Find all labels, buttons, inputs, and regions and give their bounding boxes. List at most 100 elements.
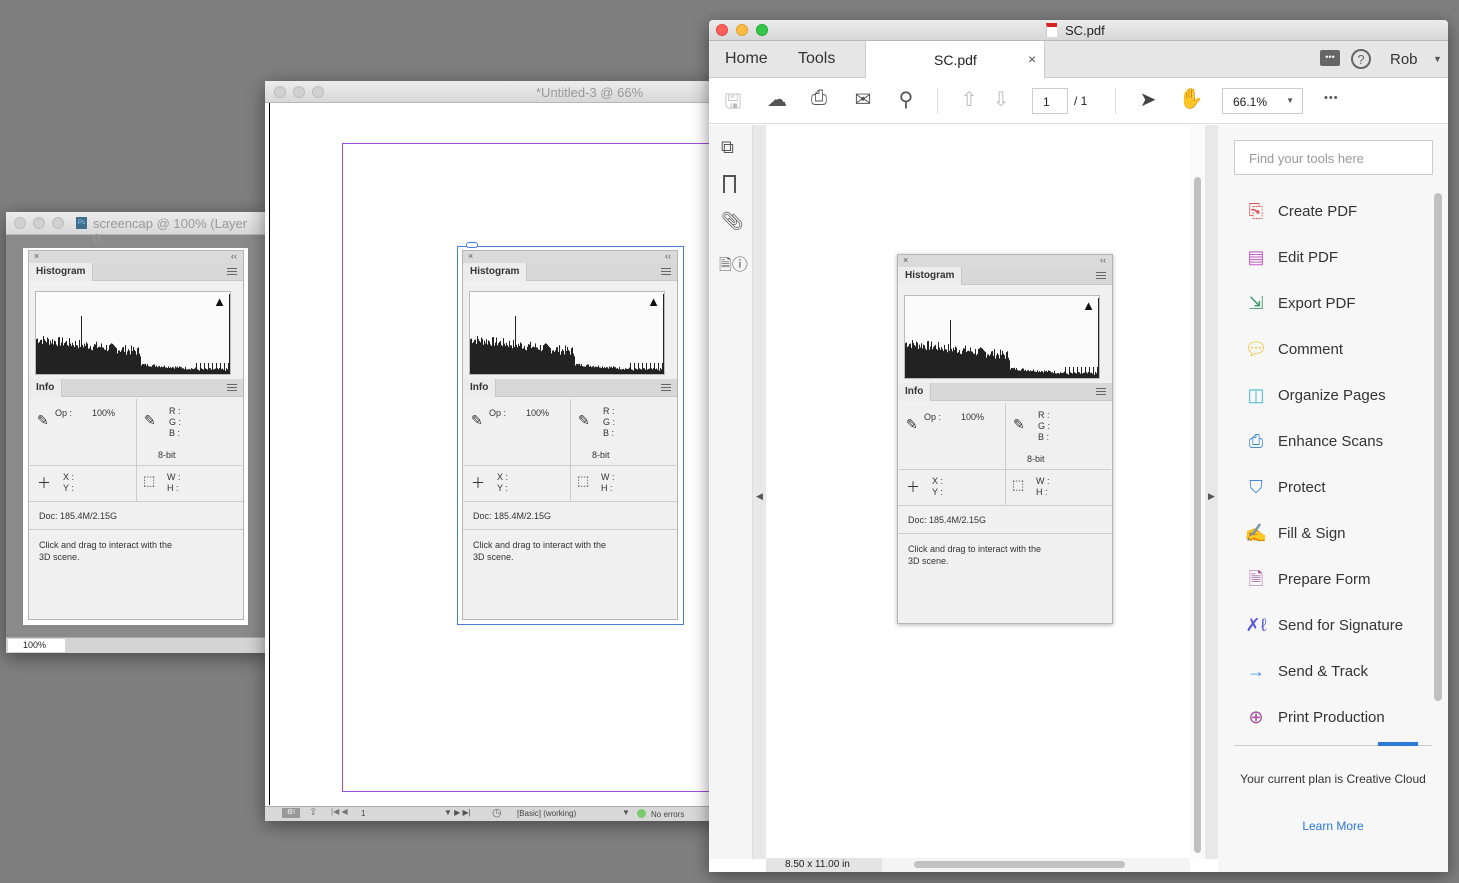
close-button[interactable] — [274, 86, 286, 98]
minimize-button[interactable] — [293, 86, 305, 98]
warning-icon[interactable]: ▲ — [213, 294, 226, 309]
workspace-label[interactable]: [Basic] (working) — [517, 809, 576, 818]
dropdown-icon[interactable]: ▼ ▶ ▶| — [444, 808, 471, 817]
tab-histogram[interactable]: Histogram — [29, 263, 94, 281]
panel-menu-icon[interactable] — [227, 268, 237, 275]
more-options-button[interactable]: ••• — [1324, 92, 1339, 104]
search-icon[interactable]: ⚲ — [893, 87, 919, 112]
tool-enhance-scans[interactable]: ⎙ Enhance Scans — [1244, 429, 1383, 453]
eyedropper-icon[interactable]: ✎ — [578, 412, 590, 429]
learn-more-link[interactable]: Learn More — [1218, 819, 1448, 833]
tool-organize-pages[interactable]: ◫ Organize Pages — [1244, 383, 1385, 407]
right-pane-gutter[interactable]: ▶ — [1205, 125, 1218, 859]
eyedropper-icon[interactable]: ✎ — [144, 412, 156, 429]
close-panel-icon[interactable]: × — [903, 255, 908, 265]
close-button[interactable] — [716, 24, 728, 36]
next-page-icon[interactable]: ⇩ — [988, 87, 1014, 112]
selection-handle[interactable] — [466, 242, 478, 248]
tab-info[interactable]: Info — [898, 383, 932, 401]
histogram-bar — [497, 345, 498, 374]
scrollbar-thumb[interactable] — [1194, 177, 1201, 853]
tab-tools[interactable]: Tools — [798, 50, 835, 68]
title-bar[interactable]: *Untitled-3 @ 66% — [265, 81, 715, 103]
frame-number[interactable]: 1 — [361, 809, 365, 818]
panel-menu-icon[interactable] — [661, 268, 671, 275]
eyedropper-icon[interactable]: ✎ — [471, 412, 483, 429]
bookmark-icon[interactable] — [723, 175, 736, 193]
close-tab-button[interactable]: × — [1028, 51, 1036, 67]
minimize-button[interactable] — [736, 24, 748, 36]
hand-tool-icon[interactable]: ✋ — [1178, 86, 1204, 111]
tool-comment[interactable]: 💬︎ Comment — [1244, 337, 1343, 361]
clock-icon[interactable]: ◷ — [492, 806, 502, 819]
tool-send-track[interactable]: → Send & Track — [1244, 659, 1368, 683]
zoom-button[interactable] — [312, 86, 324, 98]
horizontal-scrollbar-thumb[interactable] — [914, 861, 1125, 868]
tab-info[interactable]: Info — [463, 379, 497, 397]
left-pane-gutter[interactable]: ◀ — [753, 125, 766, 859]
panel-menu-icon[interactable] — [227, 384, 237, 391]
close-button[interactable] — [14, 217, 26, 229]
save-icon[interactable]: 🖫 — [720, 87, 746, 121]
tool-send-signature[interactable]: ✗ℓ Send for Signature — [1244, 613, 1404, 637]
collapse-panel-icon[interactable]: ‹‹ — [1100, 255, 1106, 265]
tool-create-pdf[interactable]: ⎘ Create PDF — [1244, 199, 1357, 223]
warning-icon[interactable]: ▲ — [1082, 298, 1095, 313]
find-tools-input[interactable]: Find your tools here — [1234, 140, 1433, 175]
title-bar[interactable]: SC.pdf — [709, 20, 1448, 41]
close-panel-icon[interactable]: × — [34, 251, 39, 261]
tool-fill-sign[interactable]: ✍ Fill & Sign — [1244, 521, 1346, 545]
collapse-panel-icon[interactable]: ‹‹ — [665, 251, 671, 261]
previous-page-icon[interactable]: ⇧ — [956, 87, 982, 112]
share-icon[interactable]: ⇪ — [309, 807, 317, 818]
title-bar[interactable]: Ps screencap @ 100% (Layer 0,... — [6, 212, 271, 246]
tool-label: Protect — [1278, 478, 1326, 496]
vertical-scrollbar[interactable] — [1190, 125, 1205, 859]
comments-icon[interactable]: ••• — [1320, 50, 1340, 66]
tab-home[interactable]: Home — [725, 50, 768, 68]
gear-icon[interactable]: ⚙! — [282, 808, 300, 818]
tool-prepare-form[interactable]: 🗎 Prepare Form — [1244, 567, 1371, 591]
warning-icon[interactable]: ▲ — [647, 294, 660, 309]
email-icon[interactable]: ✉ — [850, 87, 876, 112]
page-number-input[interactable]: 1 — [1032, 88, 1068, 114]
histogram-bar — [938, 342, 939, 378]
tab-info[interactable]: Info — [29, 379, 63, 397]
upload-cloud-icon[interactable]: ☁ — [764, 87, 790, 112]
close-panel-icon[interactable]: × — [468, 251, 473, 261]
print-icon[interactable]: ⎙ — [806, 87, 832, 110]
tool-protect[interactable]: ⛉ Protect — [1244, 475, 1326, 499]
collapse-right-icon[interactable]: ▶ — [1208, 491, 1215, 502]
collapse-left-icon[interactable]: ◀ — [756, 491, 763, 502]
first-frame-icon[interactable]: |◀ ◀ — [331, 807, 348, 816]
minimize-button[interactable] — [33, 217, 45, 229]
panel-menu-icon[interactable] — [1096, 272, 1106, 279]
panel-menu-icon[interactable] — [1096, 388, 1106, 395]
attachment-icon[interactable]: 📎︎ — [721, 211, 744, 232]
zoom-button[interactable] — [756, 24, 768, 36]
tool-export-pdf[interactable]: ⇲ Export PDF — [1244, 291, 1355, 315]
select-cursor-icon[interactable]: ➤ — [1135, 87, 1161, 112]
help-icon[interactable]: ? — [1351, 49, 1371, 69]
tools-scrollbar-thumb[interactable] — [1434, 193, 1442, 701]
tool-edit-pdf[interactable]: ▤ Edit PDF — [1244, 245, 1338, 269]
zoom-button[interactable] — [52, 217, 64, 229]
page-size: 8.50 x 11.00 in — [766, 858, 882, 872]
tab-histogram[interactable]: Histogram — [898, 267, 963, 285]
collapse-panel-icon[interactable]: ‹‹ — [231, 251, 237, 261]
eyedropper-icon[interactable]: ✎ — [37, 412, 49, 429]
workspace-dropdown-icon[interactable]: ▼ — [622, 808, 630, 817]
eyedropper-icon[interactable]: ✎ — [1013, 416, 1025, 433]
user-dropdown-icon[interactable]: ▼ — [1433, 54, 1442, 64]
document-info-icon[interactable]: 🗎ⓘ — [719, 251, 748, 281]
page-thumbnails-icon[interactable]: ⧉ — [721, 137, 734, 158]
eyedropper-icon[interactable]: ✎ — [906, 416, 918, 433]
zoom-field[interactable]: 100% — [8, 639, 65, 652]
zoom-select[interactable]: 66.1% ▼ — [1222, 88, 1303, 114]
tool-print-production[interactable]: ⊕ Print Production — [1244, 705, 1384, 729]
g-label: G : — [603, 417, 616, 427]
tab-document[interactable]: SC.pdf × — [865, 41, 1045, 78]
panel-menu-icon[interactable] — [661, 384, 671, 391]
user-menu[interactable]: Rob — [1390, 51, 1418, 68]
tab-histogram[interactable]: Histogram — [463, 263, 528, 281]
